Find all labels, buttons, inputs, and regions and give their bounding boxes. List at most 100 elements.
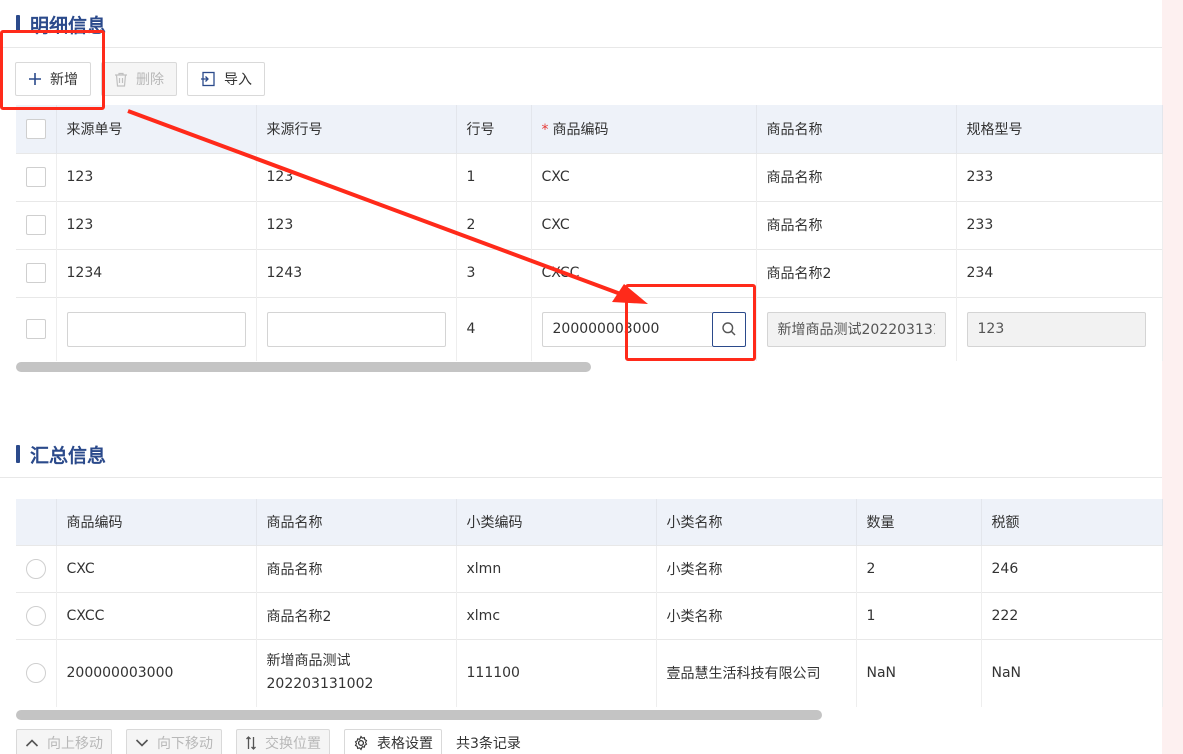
row-checkbox[interactable] (25, 263, 46, 283)
table-cell: 246 (981, 544, 1163, 592)
table-cell: 2 (856, 544, 982, 592)
import-button-label: 导入 (224, 72, 252, 88)
record-count: 共3条记录 (456, 736, 521, 752)
source-no-input[interactable] (66, 311, 246, 347)
col-product-name: 商品名称 (256, 499, 457, 545)
row-checkbox[interactable] (25, 319, 46, 340)
table-cell: 1234 (56, 248, 257, 297)
table-cell: 小类名称 (656, 544, 857, 592)
row-select-cell (16, 544, 57, 592)
swap-label: 交换位置 (265, 736, 321, 752)
swap-button[interactable]: 交换位置 (236, 729, 330, 754)
table-cell: 233 (956, 200, 1163, 249)
table-cell: 1 (456, 152, 532, 201)
move-down-label: 向下移动 (157, 736, 213, 752)
table-cell: 200000003000 (56, 638, 257, 707)
table-cell: 234 (956, 248, 1163, 297)
detail-header-row: 来源单号 来源行号 行号 * 商品编码 商品名称 规格型号 (16, 105, 1163, 153)
table-cell: 3 (456, 248, 532, 297)
page: 明细信息 新增 删除 导入 来源单号 来源行号 行号 * 商品编码 商品名称 规… (0, 0, 1183, 754)
spec-input (966, 311, 1146, 347)
col-product-code: 商品编码 (56, 499, 257, 545)
summary-title-text: 汇总信息 (30, 444, 107, 467)
col-tax: 税额 (981, 499, 1163, 545)
row-checkbox[interactable] (25, 215, 46, 235)
divider (0, 47, 1162, 48)
table-cell: 新增商品测试 202203131002 (256, 638, 457, 707)
table-cell: 壹品慧生活科技有限公司 (656, 638, 857, 707)
col-source-line: 来源行号 (256, 105, 457, 153)
chevron-up-icon (25, 738, 39, 748)
import-button[interactable]: 导入 (187, 62, 265, 96)
table-cell: 小类名称 (656, 591, 857, 639)
table-cell: 222 (981, 591, 1163, 639)
import-icon (200, 71, 216, 87)
table-row[interactable]: 123 123 1 CXC 商品名称 233 (16, 152, 1163, 201)
annotation-box-search (625, 284, 756, 361)
header-blank-cell (16, 499, 57, 545)
edit-cell (56, 296, 257, 361)
table-cell: 商品名称 (756, 152, 957, 201)
col-subcategory-name: 小类名称 (656, 499, 857, 545)
product-name-input (766, 311, 946, 347)
title-accent-bar (16, 445, 20, 463)
detail-table: 来源单号 来源行号 行号 * 商品编码 商品名称 规格型号 123 123 1 C… (16, 105, 1163, 361)
table-cell: 123 (56, 200, 257, 249)
line-no-cell: 4 (456, 296, 532, 361)
edit-cell (256, 296, 457, 361)
table-cell: 商品名称 (756, 200, 957, 249)
delete-button-label: 删除 (136, 72, 164, 88)
gear-icon (353, 735, 369, 751)
summary-section-title: 汇总信息 (16, 442, 107, 467)
table-row[interactable]: 200000003000 新增商品测试 202203131002 111100 … (16, 638, 1163, 707)
table-cell: 123 (256, 152, 457, 201)
table-cell: 1243 (256, 248, 457, 297)
col-product-code-label: 商品编码 (552, 121, 609, 138)
edit-row[interactable]: 4 (16, 296, 1163, 361)
table-cell: xlmc (456, 591, 657, 639)
annotation-box-add (0, 30, 105, 110)
col-product-code: * 商品编码 (531, 105, 757, 153)
row-select-cell (16, 152, 57, 201)
row-radio[interactable] (25, 558, 46, 579)
name-line-1: 新增商品测试 (266, 653, 351, 670)
table-cell: 111100 (456, 638, 657, 707)
edit-cell (756, 296, 957, 361)
row-select-cell (16, 591, 57, 639)
move-down-button[interactable]: 向下移动 (126, 729, 222, 754)
col-line-no: 行号 (456, 105, 532, 153)
table-cell: 233 (956, 152, 1163, 201)
right-edge-strip (1162, 0, 1183, 754)
swap-icon (245, 736, 257, 750)
table-row[interactable]: 1234 1243 3 CXCC 商品名称2 234 (16, 248, 1163, 297)
table-row[interactable]: 123 123 2 CXC 商品名称 233 (16, 200, 1163, 249)
trash-icon (114, 72, 128, 87)
row-radio[interactable] (25, 663, 46, 684)
table-cell: xlmn (456, 544, 657, 592)
table-cell: 123 (56, 152, 257, 201)
select-all-checkbox[interactable] (25, 118, 46, 139)
table-cell: 123 (256, 200, 457, 249)
summary-table: 商品编码 商品名称 小类编码 小类名称 数量 税额 CXC 商品名称 xlmn … (16, 499, 1163, 707)
delete-button[interactable]: 删除 (101, 62, 177, 96)
table-cell: CXC (531, 200, 757, 249)
move-up-button[interactable]: 向上移动 (16, 729, 112, 754)
table-cell: 商品名称 (256, 544, 457, 592)
required-mark: * (541, 121, 549, 138)
table-cell: NaN (856, 638, 982, 707)
detail-horizontal-scrollbar[interactable] (16, 362, 591, 372)
move-up-label: 向上移动 (47, 736, 103, 752)
table-settings-label: 表格设置 (377, 736, 433, 752)
col-quantity: 数量 (856, 499, 982, 545)
summary-horizontal-scrollbar[interactable] (16, 710, 822, 720)
table-cell: 商品名称2 (756, 248, 957, 297)
row-radio[interactable] (25, 605, 46, 626)
table-row[interactable]: CXCC 商品名称2 xlmc 小类名称 1 222 (16, 591, 1163, 639)
row-select-cell (16, 248, 57, 297)
row-checkbox[interactable] (25, 167, 46, 187)
divider (0, 477, 1162, 478)
select-all-cell (16, 105, 57, 153)
source-line-input[interactable] (266, 311, 446, 347)
table-settings-button[interactable]: 表格设置 (344, 729, 442, 754)
table-row[interactable]: CXC 商品名称 xlmn 小类名称 2 246 (16, 544, 1163, 592)
